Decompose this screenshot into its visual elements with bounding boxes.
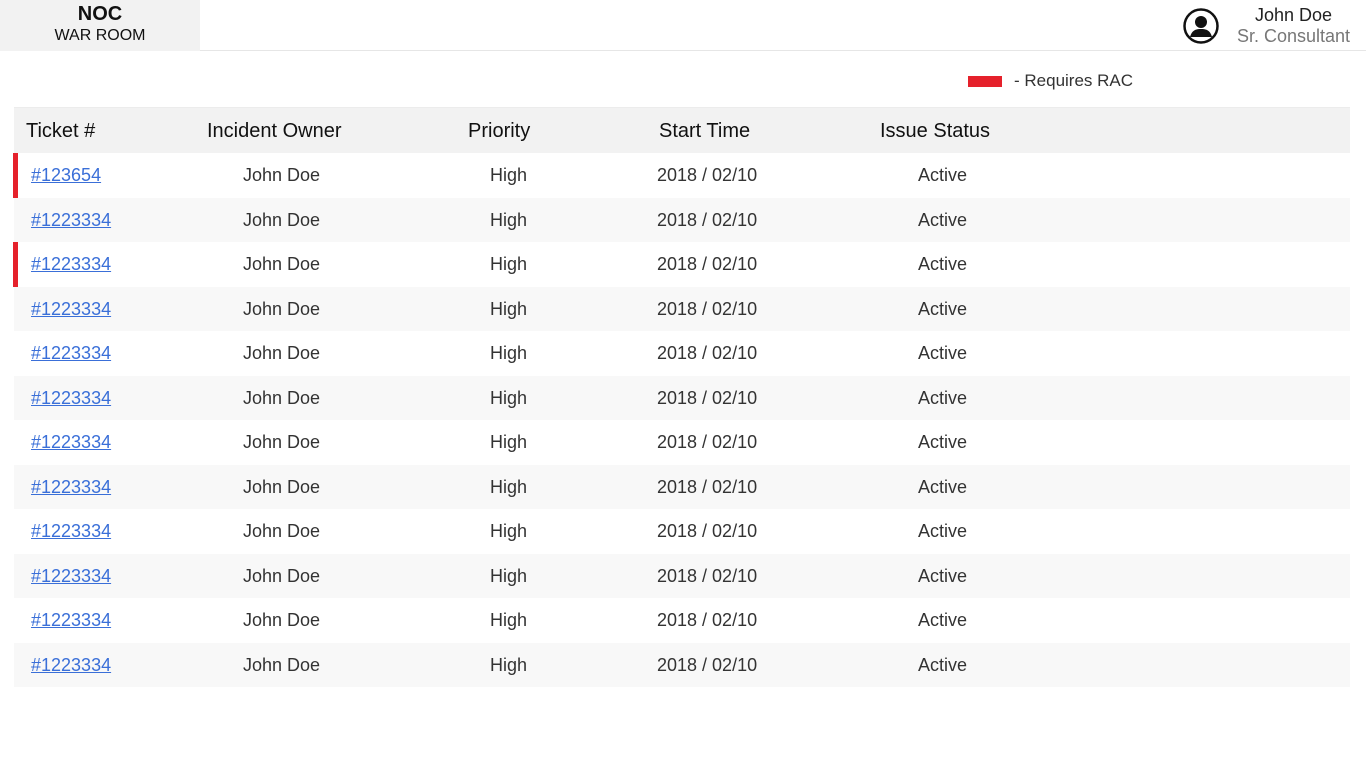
ticket-link[interactable]: #1223334 xyxy=(31,432,111,453)
start-time: 2018 / 02/10 xyxy=(657,343,758,363)
column-header-priority: Priority xyxy=(468,120,531,142)
ticket-link[interactable]: #1223334 xyxy=(31,610,111,631)
issue-status: Active xyxy=(918,654,968,675)
start-time: 2018 / 02/10 xyxy=(657,165,758,185)
start-time: 2018 / 02/10 xyxy=(657,254,758,274)
ticket-link[interactable]: #1223334 xyxy=(31,655,111,676)
priority: High xyxy=(490,610,528,630)
priority: High xyxy=(490,387,528,408)
start-time: 2018 / 02/10 xyxy=(657,432,758,452)
priority: High xyxy=(490,298,528,319)
start-time: 2018 / 02/10 xyxy=(657,298,758,319)
column-header-ticket: Ticket # xyxy=(26,120,96,142)
issue-status: Active xyxy=(918,387,968,408)
issue-status: Active xyxy=(918,521,968,541)
top-bar: NOC WAR ROOM John Doe Sr. Consultant xyxy=(0,0,1366,51)
brand-title: NOC xyxy=(77,3,123,25)
issue-status: Active xyxy=(918,476,968,497)
rac-legend-label: - Requires RAC xyxy=(1014,71,1134,90)
start-time: 2018 / 02/10 xyxy=(657,565,758,586)
incident-owner: John Doe xyxy=(243,565,321,586)
table-header: Ticket # Incident Owner Priority Start T… xyxy=(14,107,1350,153)
issue-status: Active xyxy=(918,209,968,230)
table-row: #1223334 John Doe High 2018 / 02/10 Active xyxy=(14,553,1350,598)
priority: High xyxy=(490,521,528,541)
incident-owner: John Doe xyxy=(243,432,321,452)
start-time: 2018 / 02/10 xyxy=(657,521,758,541)
issue-status: Active xyxy=(918,165,968,185)
column-header-owner: Incident Owner xyxy=(207,120,342,142)
ticket-link[interactable]: #1223334 xyxy=(31,521,111,542)
user-text: John Doe Sr. Consultant xyxy=(1237,5,1350,47)
user-role: Sr. Consultant xyxy=(1236,26,1350,46)
issue-status: Active xyxy=(918,343,968,363)
table-row: #1223334 John Doe High 2018 / 02/10 Active xyxy=(14,464,1350,509)
incident-owner: John Doe xyxy=(243,209,321,230)
table-row: #1223334 John Doe High 2018 / 02/10 Active xyxy=(14,286,1350,331)
issue-status: Active xyxy=(918,254,968,274)
priority: High xyxy=(490,209,528,230)
incident-owner: John Doe xyxy=(243,521,321,541)
incident-owner: John Doe xyxy=(243,343,321,363)
table-body: #123654 John Doe High 2018 / 02/10 Active #12… xyxy=(13,153,1350,687)
incident-table: Ticket # Incident Owner Priority Start T… xyxy=(13,107,1350,687)
ticket-link[interactable]: #1223334 xyxy=(31,343,111,364)
start-time: 2018 / 02/10 xyxy=(657,654,758,675)
issue-status: Active xyxy=(918,432,968,452)
priority: High xyxy=(490,343,528,363)
table-row: #1223334 John Doe High 2018 / 02/10 Active xyxy=(14,331,1350,376)
incident-owner: John Doe xyxy=(243,254,321,274)
brand-subtitle: WAR ROOM xyxy=(54,27,146,44)
column-header-start-time: Start Time xyxy=(659,120,751,142)
user-name: John Doe xyxy=(1254,5,1332,25)
priority: High xyxy=(490,254,528,274)
incident-owner: John Doe xyxy=(243,476,321,497)
incident-owner: John Doe xyxy=(243,165,321,185)
ticket-link[interactable]: #1223334 xyxy=(31,477,111,498)
start-time: 2018 / 02/10 xyxy=(657,476,758,497)
user-profile[interactable]: John Doe Sr. Consultant xyxy=(1183,5,1350,47)
table-row: #1223334 John Doe High 2018 / 02/10 Active xyxy=(13,242,1350,287)
priority: High xyxy=(490,165,528,185)
table-row: #1223334 John Doe High 2018 / 02/10 Active xyxy=(14,509,1350,554)
column-header-status: Issue Status xyxy=(880,120,991,142)
incident-owner: John Doe xyxy=(243,298,321,319)
table-row: #123654 John Doe High 2018 / 02/10 Active xyxy=(13,153,1350,198)
priority: High xyxy=(490,654,528,675)
ticket-link[interactable]: #1223334 xyxy=(31,566,111,587)
rac-legend: - Requires RAC xyxy=(968,70,1133,92)
ticket-link[interactable]: #1223334 xyxy=(31,254,111,275)
priority: High xyxy=(490,565,528,586)
start-time: 2018 / 02/10 xyxy=(657,209,758,230)
table-row: #1223334 John Doe High 2018 / 02/10 Active xyxy=(14,642,1350,687)
ticket-link[interactable]: #1223334 xyxy=(31,299,111,320)
table-row: #1223334 John Doe High 2018 / 02/10 Active xyxy=(14,375,1350,420)
rac-legend-swatch xyxy=(968,75,1002,87)
priority: High xyxy=(490,432,528,452)
ticket-link[interactable]: #1223334 xyxy=(31,388,111,409)
brand-block: NOC WAR ROOM xyxy=(0,0,200,51)
table-row: #1223334 John Doe High 2018 / 02/10 Active xyxy=(14,197,1350,242)
issue-status: Active xyxy=(918,565,968,586)
start-time: 2018 / 02/10 xyxy=(657,610,758,630)
issue-status: Active xyxy=(918,298,968,319)
start-time: 2018 / 02/10 xyxy=(657,387,758,408)
incident-owner: John Doe xyxy=(243,654,321,675)
priority: High xyxy=(490,476,528,497)
incident-owner: John Doe xyxy=(243,387,321,408)
incident-owner: John Doe xyxy=(243,610,321,630)
ticket-link[interactable]: #123654 xyxy=(31,165,101,186)
user-circle-icon xyxy=(1183,8,1219,44)
issue-status: Active xyxy=(918,610,968,630)
ticket-link[interactable]: #1223334 xyxy=(31,210,111,231)
table-row: #1223334 John Doe High 2018 / 02/10 Active xyxy=(14,598,1350,643)
table-row: #1223334 John Doe High 2018 / 02/10 Active xyxy=(14,420,1350,465)
